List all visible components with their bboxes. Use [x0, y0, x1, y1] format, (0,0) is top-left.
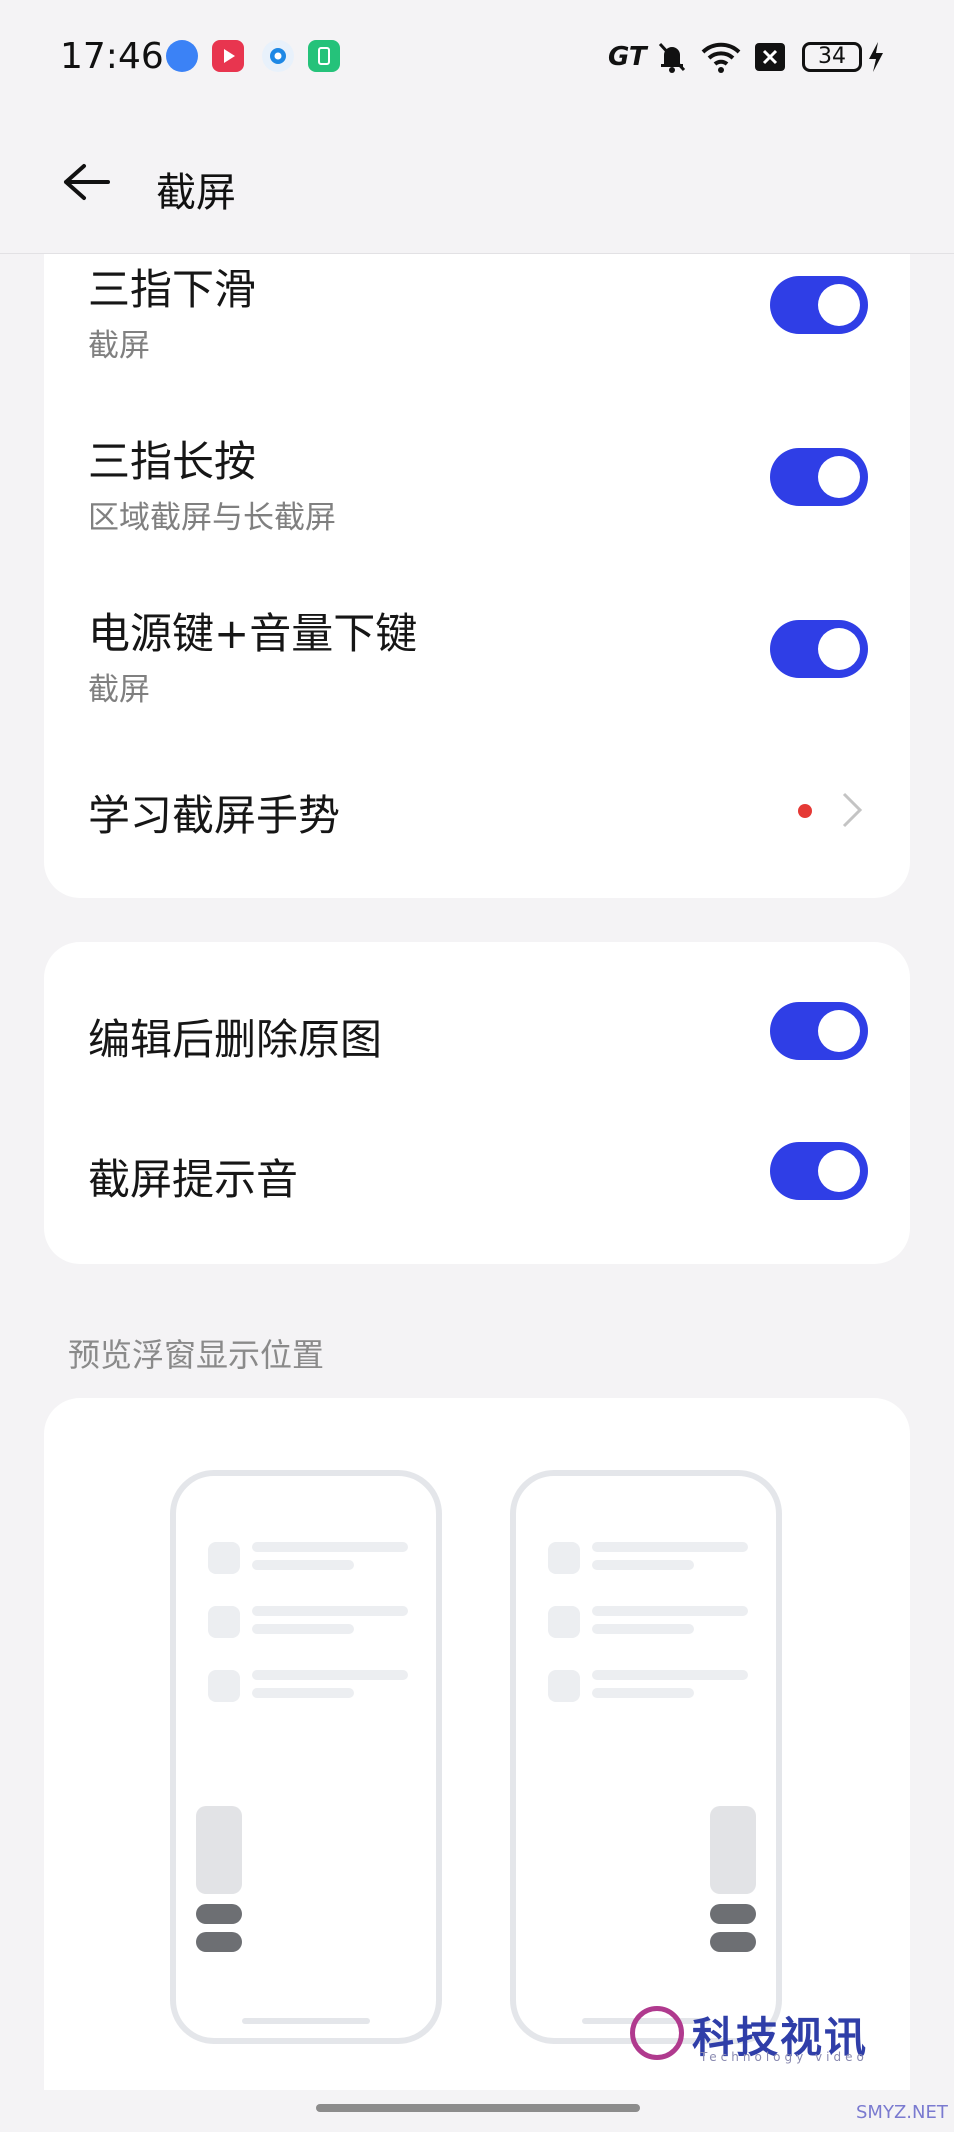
floating-action-pill: [710, 1904, 756, 1924]
shutter-sound-toggle[interactable]: [770, 1142, 868, 1200]
list-line-placeholder: [252, 1624, 354, 1634]
no-sim-icon: [754, 40, 786, 74]
floating-action-pill: [196, 1932, 242, 1952]
list-icon-placeholder: [208, 1542, 240, 1574]
list-line-placeholder: [592, 1606, 748, 1616]
status-time: 17:46: [60, 36, 164, 77]
list-line-placeholder: [252, 1542, 408, 1552]
battery-level: 34: [802, 42, 862, 72]
gt-app-icon: [166, 40, 198, 72]
watermark-tagline: Technology video: [700, 2050, 868, 2064]
preview-position-card: [44, 1398, 910, 2090]
status-bar: 17:46 GT 34: [0, 0, 954, 112]
list-line-placeholder: [592, 1560, 694, 1570]
home-indicator: [242, 2018, 370, 2024]
learn-gestures-row[interactable]: 学习截屏手势: [44, 754, 910, 864]
setting-row-delete-original[interactable]: 编辑后删除原图: [44, 962, 910, 1100]
floating-action-pill: [710, 1932, 756, 1952]
charging-icon: [866, 40, 886, 74]
preview-position-label: 预览浮窗显示位置: [68, 1336, 325, 1374]
toggle-knob: [818, 1010, 860, 1052]
toggle-knob: [818, 284, 860, 326]
page-title: 截屏: [156, 170, 236, 216]
back-arrow-icon: [64, 164, 110, 200]
floating-preview-thumbnail: [196, 1806, 242, 1894]
floating-action-pill: [196, 1904, 242, 1924]
gesture-settings-card: 三指下滑 截屏 三指长按 区域截屏与长截屏 电源键+音量下键 截屏 学习截屏手势: [44, 254, 910, 898]
new-indicator-dot: [798, 804, 812, 818]
setting-title: 编辑后删除原图: [88, 1015, 383, 1064]
setting-title: 三指下滑: [88, 265, 257, 314]
setting-subtitle: 区域截屏与长截屏: [88, 500, 336, 536]
list-icon-placeholder: [548, 1606, 580, 1638]
video-app-icon: [212, 40, 244, 72]
list-line-placeholder: [592, 1542, 748, 1552]
chevron-right-icon: [842, 792, 863, 828]
setting-row-three-finger-swipe[interactable]: 三指下滑 截屏: [44, 254, 910, 374]
toggle-knob: [818, 1150, 860, 1192]
battery-app-icon: [308, 40, 340, 72]
floating-preview-thumbnail: [710, 1806, 756, 1894]
list-line-placeholder: [592, 1670, 748, 1680]
three-finger-hold-toggle[interactable]: [770, 448, 868, 506]
setting-subtitle: 截屏: [88, 328, 150, 364]
setting-title: 三指长按: [88, 437, 257, 486]
list-line-placeholder: [252, 1606, 408, 1616]
circle-app-icon: [262, 40, 294, 72]
preview-left-option[interactable]: [170, 1470, 442, 2044]
power-volume-toggle[interactable]: [770, 620, 868, 678]
setting-subtitle: 截屏: [88, 672, 150, 708]
network-label: GT: [608, 42, 647, 72]
list-icon-placeholder: [548, 1670, 580, 1702]
options-card: 编辑后删除原图 截屏提示音: [44, 942, 910, 1264]
list-line-placeholder: [252, 1670, 408, 1680]
mute-bell-icon: [656, 40, 688, 74]
setting-row-shutter-sound[interactable]: 截屏提示音: [44, 1102, 910, 1240]
watermark-site: SMYZ.NET: [856, 2102, 948, 2123]
list-icon-placeholder: [208, 1670, 240, 1702]
list-line-placeholder: [252, 1688, 354, 1698]
preview-right-option[interactable]: [510, 1470, 782, 2044]
setting-title: 电源键+音量下键: [88, 609, 418, 658]
delete-original-toggle[interactable]: [770, 1002, 868, 1060]
app-header: 截屏: [0, 112, 954, 254]
learn-gestures-label: 学习截屏手势: [88, 791, 341, 840]
list-line-placeholder: [592, 1688, 694, 1698]
list-line-placeholder: [252, 1560, 354, 1570]
watermark-logo-icon: [630, 2006, 684, 2060]
setting-row-three-finger-hold[interactable]: 三指长按 区域截屏与长截屏: [44, 418, 910, 538]
list-line-placeholder: [592, 1624, 694, 1634]
wifi-icon: [700, 40, 742, 74]
list-icon-placeholder: [548, 1542, 580, 1574]
toggle-knob: [818, 456, 860, 498]
list-icon-placeholder: [208, 1606, 240, 1638]
three-finger-swipe-toggle[interactable]: [770, 276, 868, 334]
setting-row-power-volume[interactable]: 电源键+音量下键 截屏: [44, 590, 910, 710]
setting-title: 截屏提示音: [88, 1155, 299, 1204]
toggle-knob: [818, 628, 860, 670]
gesture-navigation-bar[interactable]: [316, 2104, 640, 2112]
back-button[interactable]: [58, 160, 114, 204]
